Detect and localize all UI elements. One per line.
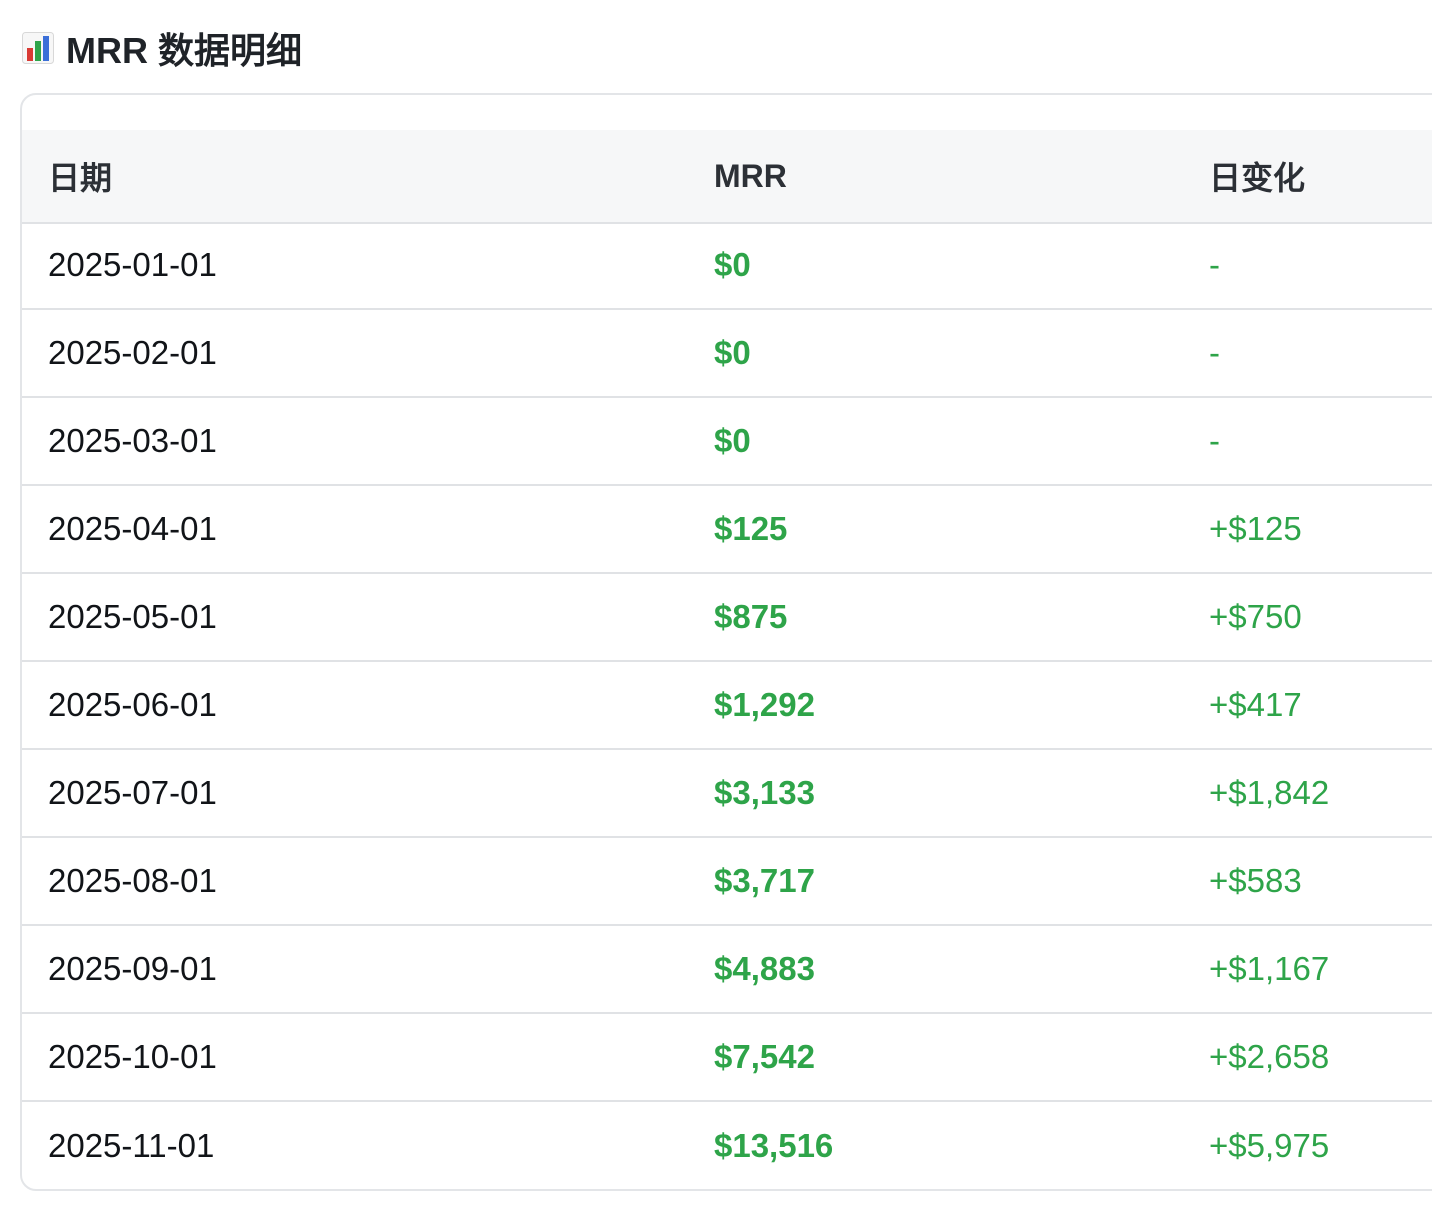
daily-change-cell: +$5,975 xyxy=(1209,1127,1330,1164)
date-cell: 2025-04-01 xyxy=(48,510,217,547)
mrr-cell: $0 xyxy=(714,334,751,371)
mrr-cell: $0 xyxy=(714,246,751,283)
date-cell: 2025-03-01 xyxy=(48,422,217,459)
table-row: 2025-08-01 $3,717 +$583 xyxy=(22,838,1432,926)
mrr-cell: $7,542 xyxy=(714,1038,815,1075)
mrr-cell: $3,717 xyxy=(714,862,815,899)
daily-change-cell: +$1,167 xyxy=(1209,950,1330,987)
mrr-cell: $1,292 xyxy=(714,686,815,723)
daily-change-cell: - xyxy=(1209,422,1220,459)
table-row: 2025-02-01 $0 - xyxy=(22,310,1432,398)
date-cell: 2025-08-01 xyxy=(48,862,217,899)
daily-change-cell: +$750 xyxy=(1209,598,1302,635)
date-cell: 2025-05-01 xyxy=(48,598,217,635)
mrr-table: 日期 MRR 日变化 2025-01-01 $0 - 2025-02-01 $0… xyxy=(20,93,1432,1191)
date-cell: 2025-02-01 xyxy=(48,334,217,371)
table-row: 2025-03-01 $0 - xyxy=(22,398,1432,486)
page-title-text: MRR 数据明细 xyxy=(66,30,302,71)
date-cell: 2025-09-01 xyxy=(48,950,217,987)
mrr-cell: $0 xyxy=(714,422,751,459)
date-cell: 2025-06-01 xyxy=(48,686,217,723)
bar-chart-icon xyxy=(22,32,54,64)
daily-change-cell: - xyxy=(1209,246,1220,283)
date-cell: 2025-01-01 xyxy=(48,246,217,283)
column-header-date[interactable]: 日期 xyxy=(48,130,112,222)
mrr-cell: $13,516 xyxy=(714,1127,834,1164)
daily-change-cell: - xyxy=(1209,334,1220,371)
column-header-daily-change[interactable]: 日变化 xyxy=(1209,130,1305,222)
date-cell: 2025-10-01 xyxy=(48,1038,217,1075)
table-row: 2025-05-01 $875 +$750 xyxy=(22,574,1432,662)
daily-change-cell: +$2,658 xyxy=(1209,1038,1330,1075)
date-cell: 2025-11-01 xyxy=(48,1127,215,1164)
mrr-cell: $125 xyxy=(714,510,788,547)
table-header: 日期 MRR 日变化 xyxy=(22,130,1432,224)
table-row: 2025-09-01 $4,883 +$1,167 xyxy=(22,926,1432,1014)
daily-change-cell: +$1,842 xyxy=(1209,774,1330,811)
table-row: 2025-06-01 $1,292 +$417 xyxy=(22,662,1432,750)
mrr-cell: $875 xyxy=(714,598,788,635)
column-header-mrr[interactable]: MRR xyxy=(714,130,787,222)
table-row: 2025-04-01 $125 +$125 xyxy=(22,486,1432,574)
table-row: 2025-07-01 $3,133 +$1,842 xyxy=(22,750,1432,838)
page-title: MRR 数据明细 xyxy=(22,22,302,74)
table-row: 2025-11-01 $13,516 +$5,975 xyxy=(22,1102,1432,1189)
mrr-cell: $4,883 xyxy=(714,950,815,987)
daily-change-cell: +$583 xyxy=(1209,862,1302,899)
mrr-cell: $3,133 xyxy=(714,774,815,811)
table-row: 2025-01-01 $0 - xyxy=(22,222,1432,310)
daily-change-cell: +$417 xyxy=(1209,686,1302,723)
date-cell: 2025-07-01 xyxy=(48,774,217,811)
table-row: 2025-10-01 $7,542 +$2,658 xyxy=(22,1014,1432,1102)
daily-change-cell: +$125 xyxy=(1209,510,1302,547)
